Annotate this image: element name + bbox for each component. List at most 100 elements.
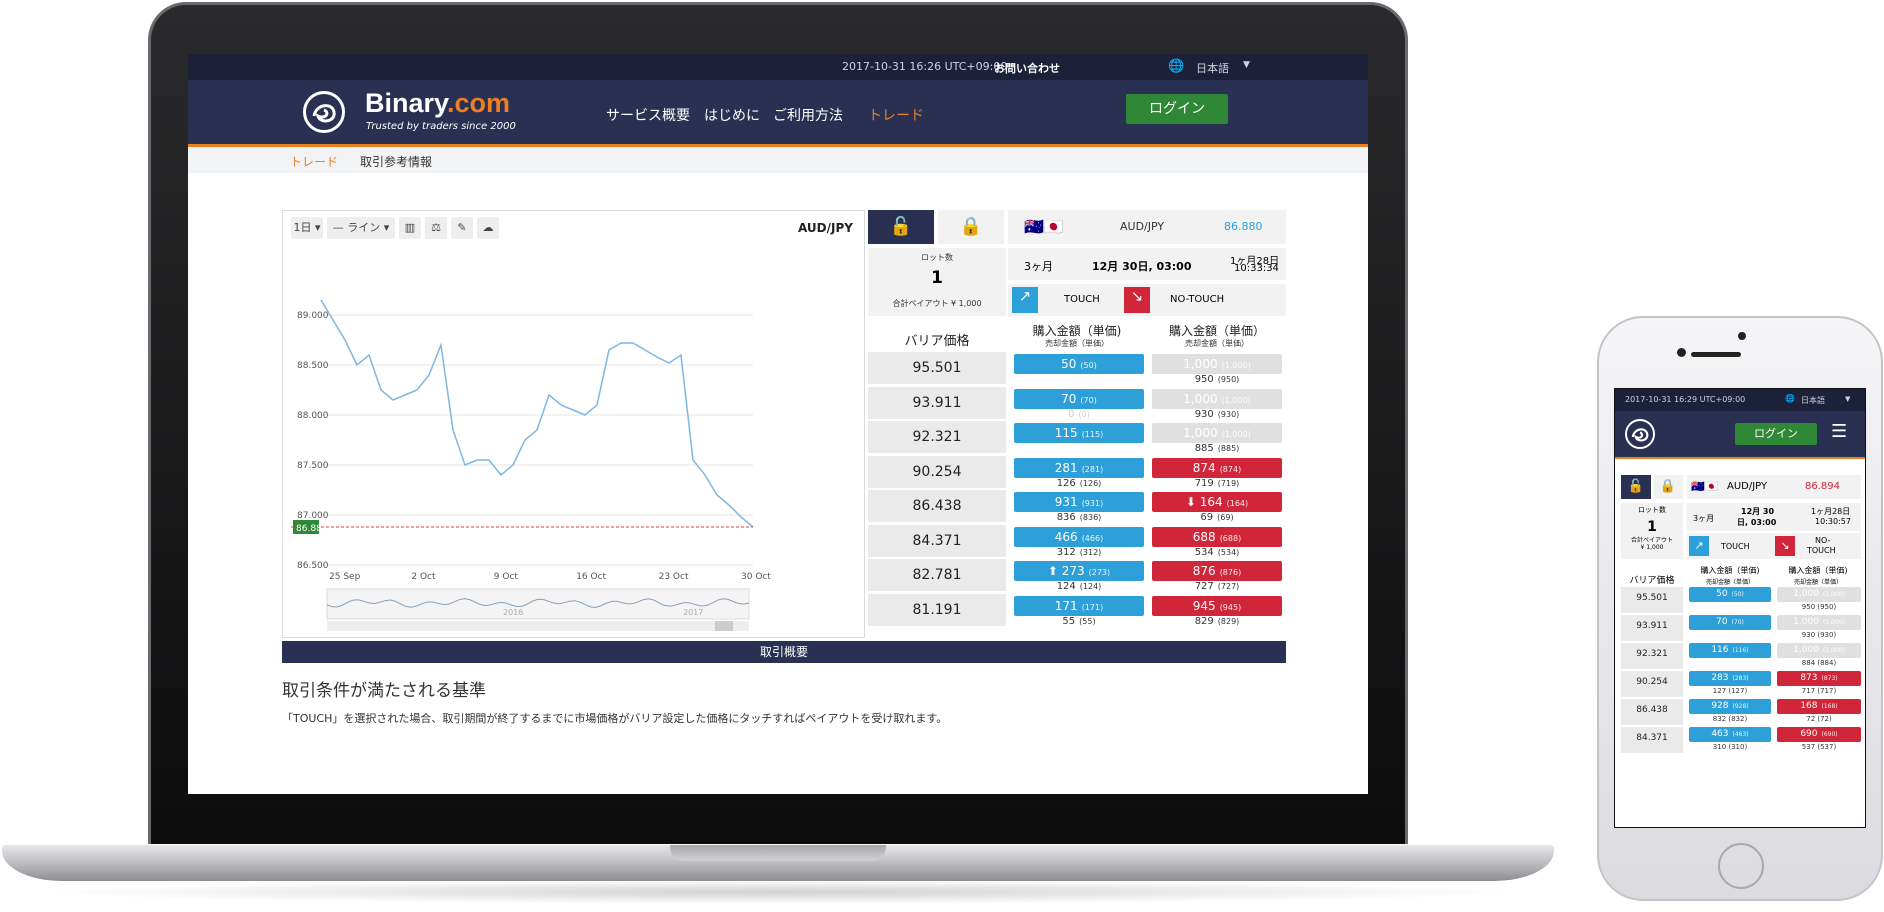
phone-touch-label[interactable]: TOUCH	[1721, 542, 1750, 551]
summary-bar[interactable]: 取引概要	[282, 641, 1286, 663]
price-chart: 89.000 88.500 88.000 87.500 87.000 86.500 86.8…	[291, 299, 771, 631]
touch-buy-button[interactable]: 70 (70)	[1014, 388, 1144, 409]
notouch-buy-button[interactable]: 874 (874)	[1152, 457, 1282, 478]
phone-touch-buy-button[interactable]: 283 (283)	[1689, 671, 1771, 686]
language-select[interactable]: 日本語	[1196, 60, 1229, 76]
phone-touch-buy-button[interactable]: 928 (928)	[1689, 699, 1771, 714]
phone-touch-sell-value: 310 (310)	[1712, 743, 1748, 751]
nav-trade[interactable]: トレード	[868, 105, 924, 125]
phone-barrier-cell: 90.254	[1621, 671, 1683, 697]
subnav-reference[interactable]: 取引参考情報	[360, 153, 432, 170]
phone-speaker-dot	[1738, 332, 1746, 340]
phone-notouch-buy-button[interactable]: 690 (690)	[1777, 727, 1861, 742]
touch-buy-button[interactable]: ⬆ 273 (273)	[1014, 561, 1144, 581]
phone-barrier-header: バリア価格	[1629, 576, 1675, 586]
nav-service[interactable]: サービス概要	[606, 105, 690, 125]
phone-unlock-icon[interactable]: 🔓	[1621, 475, 1651, 499]
section-title: 取引条件が満たされる基準	[282, 681, 486, 701]
y-tick-label: 89.000	[297, 311, 329, 321]
nav-usage[interactable]: ご利用方法	[773, 105, 843, 125]
chevron-down-icon: ▼	[1243, 60, 1250, 70]
laptop-notch	[670, 845, 886, 861]
touch-sell-value: 126 (126)	[1056, 477, 1102, 489]
touch-buy-button[interactable]: 171 (171)	[1014, 595, 1144, 616]
pair-name: AUD/JPY	[1120, 220, 1165, 233]
touch-buy-button[interactable]: 281 (281)	[1014, 457, 1144, 478]
x-tick-label: 25 Sep	[329, 572, 361, 582]
phone-lot-value: 1	[1647, 519, 1657, 535]
phone-flag-icon: 🇦🇺🇯🇵	[1691, 480, 1719, 493]
price-table: 95.501 50 (50) 1,000 (1,000) 950 (950) 93.911 70…	[868, 352, 1286, 638]
phone-speaker	[1691, 352, 1741, 357]
phone-notouch-buy-button[interactable]: 1,000 (1,000)	[1777, 587, 1861, 602]
no-touch-icon[interactable]: ↘	[1124, 287, 1150, 313]
top-bar: 2017-10-31 16:26 UTC+09:00 お問い合わせ 🌐 日本語 …	[188, 54, 1368, 80]
phone-notouch-buy-button[interactable]: 1,000 (1,000)	[1777, 615, 1861, 630]
home-button[interactable]	[1718, 843, 1764, 889]
phone-logo-icon[interactable]	[1625, 419, 1655, 449]
touch-icon[interactable]: ↗	[1012, 287, 1038, 313]
phone-login-button[interactable]: ログイン	[1735, 423, 1817, 445]
notouch-buy-button[interactable]: 876 (876)	[1152, 561, 1282, 581]
phone-touch-buy-button[interactable]: 116 (116)	[1689, 643, 1771, 658]
phone-notouch-buy-button[interactable]: 873 (873)	[1777, 671, 1861, 686]
navigator-label: 2016	[503, 608, 523, 617]
phone-duration-bar[interactable]: 3ヶ月 12月 30 日, 03:00 1ヶ月28日 10:30:57	[1687, 503, 1861, 531]
phone-notouch-buy-button[interactable]: 168 (168)	[1777, 699, 1861, 714]
pair-header: 🇦🇺🇯🇵 AUD/JPY 86.880	[1008, 210, 1286, 244]
logo-icon[interactable]	[303, 91, 345, 133]
phone-notouch-1[interactable]: NO-	[1815, 536, 1830, 545]
touch-label[interactable]: TOUCH	[1064, 294, 1100, 305]
barrier-value: 93.911	[912, 394, 962, 411]
notouch-buy-button[interactable]: 1,000 (1,000)	[1152, 388, 1282, 409]
y-tick-label: 86.500	[297, 561, 329, 571]
phone-lot-box[interactable]: ロット数 1 合計ペイアウト ¥ 1,000	[1621, 503, 1683, 559]
phone-notouch-sell-value: 950 (950)	[1801, 603, 1837, 611]
contact-link[interactable]: お問い合わせ	[994, 60, 1060, 76]
no-touch-label[interactable]: NO-TOUCH	[1170, 294, 1224, 305]
phone-language[interactable]: 日本語	[1801, 395, 1825, 406]
phone-touch-buy-button[interactable]: 70 (70)	[1689, 615, 1771, 630]
barrier-value: 81.191	[912, 601, 962, 618]
x-tick-label: 23 Oct	[659, 572, 689, 582]
trade-panel: 🔓 🔒 🇦🇺🇯🇵 AUD/JPY 86.880 ロット数 1 合計ペイアウト ¥…	[868, 210, 1286, 638]
phone-lock-icon[interactable]: 🔒	[1653, 475, 1683, 499]
phone-notouch-buy-button[interactable]: 1,000 (1,000)	[1777, 643, 1861, 658]
touch-buy-button[interactable]: 931 (931)	[1014, 492, 1144, 512]
notouch-sell-value: 930 (930)	[1194, 408, 1240, 420]
notouch-buy-button[interactable]: 945 (945)	[1152, 595, 1282, 616]
barrier-header: バリア価格	[904, 334, 970, 349]
lot-box[interactable]: ロット数 1 合計ペイアウト ¥ 1,000	[868, 248, 1006, 316]
phone-buy-header-1: 購入金額（単価)	[1700, 566, 1760, 575]
phone-notouch-2[interactable]: TOUCH	[1807, 546, 1836, 555]
phone-top-bar: 2017-10-31 16:29 UTC+09:00 🌐 日本語 ▼	[1615, 389, 1865, 411]
phone-expiry-2: 日, 03:00	[1737, 518, 1777, 527]
duration-bar[interactable]: 3ヶ月 12月 30日, 03:00 1ヶ月28日 10:33:34	[1008, 248, 1286, 280]
phone-barrier-value: 84.371	[1636, 733, 1668, 743]
barrier-cell: 82.781	[868, 559, 1006, 591]
notouch-sell-header: 売却金額（単価）	[1185, 339, 1249, 348]
touch-buy-button[interactable]: 466 (466)	[1014, 526, 1144, 547]
notouch-buy-button[interactable]: 688 (688)	[1152, 526, 1282, 547]
login-button[interactable]: ログイン	[1126, 94, 1228, 124]
phone-touch-buy-button[interactable]: 50 (50)	[1689, 587, 1771, 602]
touch-buy-button[interactable]: 115 (115)	[1014, 423, 1144, 443]
touch-buy-button[interactable]: 50 (50)	[1014, 354, 1144, 374]
phone-touch-buy-button[interactable]: 463 (463)	[1689, 727, 1771, 742]
phone-accent-line	[1615, 457, 1865, 459]
menu-icon[interactable]: ☰	[1831, 423, 1851, 443]
laptop-shadow	[40, 880, 1520, 904]
notouch-buy-button[interactable]: 1,000 (1,000)	[1152, 423, 1282, 443]
subnav-trade[interactable]: トレード	[290, 153, 338, 170]
phone-no-touch-icon[interactable]: ↘	[1775, 536, 1795, 556]
y-tick-label: 88.000	[297, 411, 329, 421]
lock-icon[interactable]: 🔒	[938, 210, 1004, 244]
phone-globe-icon: 🌐	[1785, 394, 1795, 403]
unlock-icon[interactable]: 🔓	[868, 210, 934, 244]
phone-price-table: 95.501 50 (50) 1,000 (1,000) 950 (950) 93.911 7…	[1615, 587, 1865, 827]
notouch-sell-value: 829 (829)	[1194, 615, 1240, 627]
phone-touch-icon[interactable]: ↗	[1689, 536, 1709, 556]
notouch-buy-button[interactable]: 1,000 (1,000)	[1152, 354, 1282, 374]
nav-getting-started[interactable]: はじめに	[704, 105, 760, 125]
notouch-buy-button[interactable]: ⬇ 164 (164)	[1152, 492, 1282, 512]
